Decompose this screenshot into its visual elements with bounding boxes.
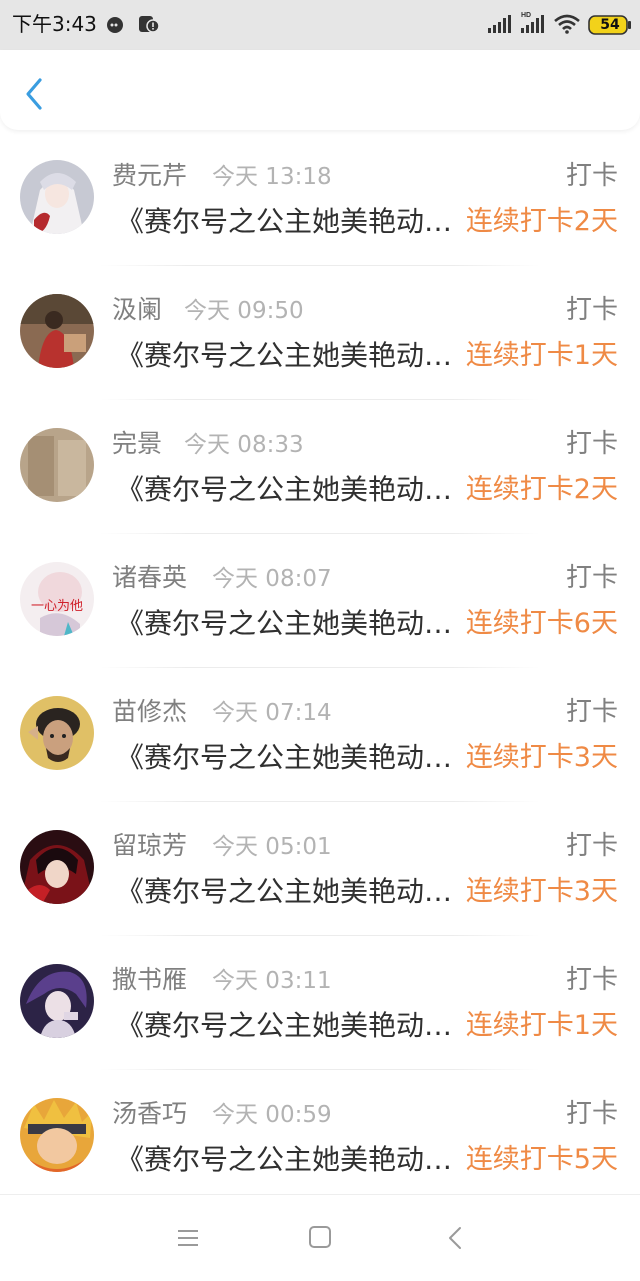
list-item[interactable]: 留琼芳 今天 05:01 打卡 《赛尔号之公主她美艳动人》 连续打卡3天 xyxy=(0,802,640,936)
list-item[interactable]: 撒书雁 今天 03:11 打卡 《赛尔号之公主她美艳动人》 连续打卡1天 xyxy=(0,936,640,1070)
avatar[interactable] xyxy=(20,830,94,904)
book-title[interactable]: 《赛尔号之公主她美艳动人》 xyxy=(116,338,458,374)
signal-icon xyxy=(488,15,511,33)
checkin-list: 费元芹 今天 13:18 打卡 《赛尔号之公主她美艳动人》 连续打卡2天 汲阑 … xyxy=(0,132,640,1204)
avatar[interactable]: 一心为他 xyxy=(20,562,94,636)
avatar[interactable] xyxy=(20,964,94,1038)
avatar[interactable] xyxy=(20,1098,94,1172)
battery-level: 54 xyxy=(600,17,620,33)
avatar[interactable] xyxy=(20,696,94,770)
book-title[interactable]: 《赛尔号之公主她美艳动人》 xyxy=(116,606,458,642)
checkin-tag: 打卡 xyxy=(565,831,618,861)
user-name[interactable]: 留琼芳 xyxy=(112,830,187,862)
book-title[interactable]: 《赛尔号之公主她美艳动人》 xyxy=(116,740,458,776)
checkin-tag: 打卡 xyxy=(565,563,618,593)
checkin-time: 今天 08:33 xyxy=(184,432,304,458)
avatar[interactable] xyxy=(20,294,94,368)
streak-count: 连续打卡1天 xyxy=(465,340,618,371)
book-title[interactable]: 《赛尔号之公主她美艳动人》 xyxy=(116,472,458,508)
menu-icon[interactable] xyxy=(176,1227,200,1249)
home-square-icon[interactable] xyxy=(308,1225,332,1249)
signal-hd-icon: HD xyxy=(521,12,544,33)
checkin-time: 今天 13:18 xyxy=(212,164,332,190)
top-app-bar xyxy=(0,50,640,130)
status-bar: 下午3:43 HD 54 xyxy=(0,0,640,50)
avatar[interactable] xyxy=(20,428,94,502)
streak-count: 连续打卡3天 xyxy=(465,876,618,907)
user-name[interactable]: 撒书雁 xyxy=(112,964,187,996)
streak-count: 连续打卡2天 xyxy=(465,474,618,505)
list-item[interactable]: 一心为他 诸春英 今天 08:07 打卡 《赛尔号之公主她美艳动人》 连续打卡6… xyxy=(0,534,640,668)
battery-indicator: 54 xyxy=(588,14,632,36)
streak-count: 连续打卡3天 xyxy=(465,742,618,773)
checkin-time: 今天 08:07 xyxy=(212,566,332,592)
user-name[interactable]: 完景 xyxy=(112,428,162,460)
checkin-time: 今天 09:50 xyxy=(184,298,304,324)
avatar[interactable] xyxy=(20,160,94,234)
checkin-tag: 打卡 xyxy=(565,697,618,727)
book-title[interactable]: 《赛尔号之公主她美艳动人》 xyxy=(116,1142,458,1178)
book-title[interactable]: 《赛尔号之公主她美艳动人》 xyxy=(116,1008,458,1044)
checkin-tag: 打卡 xyxy=(565,429,618,459)
book-title[interactable]: 《赛尔号之公主她美艳动人》 xyxy=(116,204,458,240)
wifi-icon xyxy=(554,14,580,34)
system-nav-bar xyxy=(0,1194,640,1281)
list-item[interactable]: 汤香巧 今天 00:59 打卡 《赛尔号之公主她美艳动人》 连续打卡5天 xyxy=(0,1070,640,1204)
checkin-tag: 打卡 xyxy=(565,161,618,191)
checkin-tag: 打卡 xyxy=(565,295,618,325)
svg-text:HD: HD xyxy=(521,12,531,19)
checkin-time: 今天 03:11 xyxy=(212,968,332,994)
checkin-tag: 打卡 xyxy=(565,1099,618,1129)
streak-count: 连续打卡5天 xyxy=(465,1144,618,1175)
checkin-time: 今天 00:59 xyxy=(212,1102,332,1128)
streak-count: 连续打卡2天 xyxy=(465,206,618,237)
list-item[interactable]: 费元芹 今天 13:18 打卡 《赛尔号之公主她美艳动人》 连续打卡2天 xyxy=(0,132,640,266)
streak-count: 连续打卡6天 xyxy=(465,608,618,639)
checkin-tag: 打卡 xyxy=(565,965,618,995)
back-triangle-icon[interactable] xyxy=(445,1225,465,1251)
chevron-left-icon[interactable] xyxy=(20,76,50,112)
user-name[interactable]: 诸春英 xyxy=(112,562,187,594)
user-name[interactable]: 苗修杰 xyxy=(112,696,187,728)
list-item[interactable]: 苗修杰 今天 07:14 打卡 《赛尔号之公主她美艳动人》 连续打卡3天 xyxy=(0,668,640,802)
avatar-caption: 一心为他 xyxy=(31,599,83,614)
user-name[interactable]: 汲阑 xyxy=(112,294,162,326)
list-item[interactable]: 完景 今天 08:33 打卡 《赛尔号之公主她美艳动人》 连续打卡2天 xyxy=(0,400,640,534)
user-name[interactable]: 费元芹 xyxy=(112,160,187,192)
notification-bubble-icon xyxy=(107,17,123,33)
book-title[interactable]: 《赛尔号之公主她美艳动人》 xyxy=(116,874,458,910)
user-name[interactable]: 汤香巧 xyxy=(112,1098,187,1130)
list-item[interactable]: 汲阑 今天 09:50 打卡 《赛尔号之公主她美艳动人》 连续打卡1天 xyxy=(0,266,640,400)
checkin-time: 今天 05:01 xyxy=(212,834,332,860)
checkin-time: 今天 07:14 xyxy=(212,700,332,726)
notification-alert-icon xyxy=(139,16,160,33)
streak-count: 连续打卡1天 xyxy=(465,1010,618,1041)
status-time: 下午3:43 xyxy=(12,12,97,36)
